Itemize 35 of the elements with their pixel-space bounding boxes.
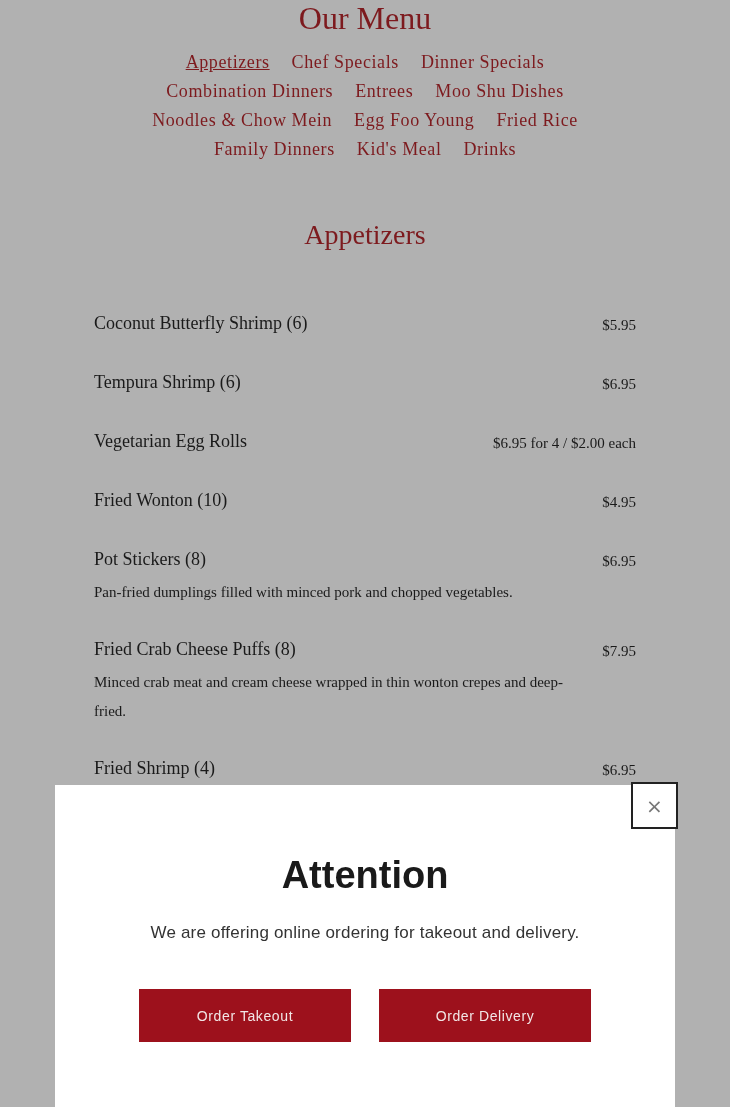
- category-link[interactable]: Fried Rice: [496, 106, 578, 135]
- category-link[interactable]: Appetizers: [185, 48, 270, 77]
- item-name: Vegetarian Egg Rolls: [94, 430, 248, 453]
- modal-message: We are offering online ordering for takeout and delivery.: [150, 922, 580, 944]
- category-link[interactable]: Noodles & Chow Mein: [152, 106, 333, 135]
- item-name: Tempura Shrimp (6): [94, 371, 242, 394]
- category-link[interactable]: Kid's Meal: [356, 135, 442, 164]
- item-name: Pot Stickers (8): [94, 548, 207, 571]
- category-link[interactable]: Entrees: [355, 77, 414, 106]
- category-link[interactable]: Moo Shu Dishes: [435, 77, 564, 106]
- category-link[interactable]: Chef Specials: [291, 48, 399, 77]
- item-price: $4.95: [602, 493, 636, 512]
- item-name: Coconut Butterfly Shrimp (6): [94, 312, 309, 335]
- item-name: Fried Shrimp (4): [94, 757, 216, 780]
- item-price: $6.95: [602, 552, 636, 571]
- page-title: Our Menu: [297, 0, 433, 36]
- item-description: Minced crab meat and cream cheese wrapped in thin wonton crepes and deep-fried.: [94, 673, 564, 721]
- item-price: $6.95: [602, 761, 636, 780]
- category-link[interactable]: Dinner Specials: [420, 48, 545, 77]
- item-price: $6.95 for 4 / $2.00 each: [493, 434, 636, 453]
- order-button[interactable]: Order Delivery: [379, 989, 591, 1042]
- section-title: Appetizers: [303, 218, 427, 252]
- close-button[interactable]: ×: [631, 782, 678, 829]
- modal-title: Attention: [281, 853, 449, 897]
- category-link[interactable]: Combination Dinners: [166, 77, 334, 106]
- order-button[interactable]: Order Takeout: [139, 989, 351, 1042]
- category-link[interactable]: Family Dinners: [213, 135, 335, 164]
- category-link[interactable]: Egg Foo Young: [354, 106, 475, 135]
- item-name: Fried Crab Cheese Puffs (8): [94, 638, 297, 661]
- item-name: Fried Wonton (10): [94, 489, 229, 512]
- item-price: $6.95: [602, 375, 636, 394]
- item-price: $7.95: [602, 642, 636, 661]
- item-price: $5.95: [602, 316, 636, 335]
- item-description: Pan-fried dumplings filled with minced pork and chopped vegetables.: [94, 583, 514, 602]
- category-link[interactable]: Drinks: [463, 135, 517, 164]
